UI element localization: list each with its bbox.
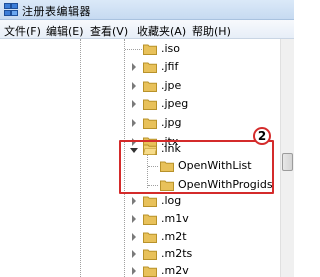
scrollbar-thumb[interactable] <box>282 153 293 171</box>
folder-icon <box>143 196 157 207</box>
folder-icon <box>143 249 157 260</box>
tree-item-iso[interactable]: .iso <box>161 42 180 55</box>
tree-item-m2ts[interactable]: .m2ts <box>161 247 192 260</box>
window-title: 注册表编辑器 <box>22 5 91 18</box>
expand-arrow-icon[interactable] <box>132 63 136 71</box>
folder-icon <box>143 81 157 92</box>
expand-arrow-icon[interactable] <box>132 197 136 205</box>
menu-file[interactable]: 文件(F) <box>4 23 41 39</box>
highlight-box <box>119 140 274 194</box>
vertical-scrollbar[interactable] <box>280 39 294 277</box>
tree-item-jpeg[interactable]: .jpeg <box>161 97 188 110</box>
tree-item-jpg[interactable]: .jpg <box>161 116 182 129</box>
step-badge: 2 <box>253 127 271 145</box>
title-bar[interactable]: 注册表编辑器 <box>0 0 294 20</box>
folder-icon <box>143 62 157 73</box>
expand-arrow-icon[interactable] <box>132 119 136 127</box>
menu-bar: 文件(F) 编辑(E) 查看(V) 收藏夹(A) 帮助(H) <box>0 20 294 39</box>
folder-icon <box>143 232 157 243</box>
expand-arrow-icon[interactable] <box>132 250 136 258</box>
tree-connector <box>125 49 142 50</box>
expand-arrow-icon[interactable] <box>132 215 136 223</box>
folder-icon <box>143 214 157 225</box>
expand-arrow-icon[interactable] <box>132 82 136 90</box>
menu-favorites[interactable]: 收藏夹(A) <box>137 23 186 39</box>
tree-item-log[interactable]: .log <box>161 194 181 207</box>
menu-view[interactable]: 查看(V) <box>90 23 128 39</box>
folder-icon <box>143 118 157 129</box>
folder-icon <box>143 44 157 55</box>
tree-item-jpe[interactable]: .jpe <box>161 79 181 92</box>
tree-guide-line <box>80 39 81 277</box>
tree-item-m2t[interactable]: .m2t <box>161 230 187 243</box>
expand-arrow-icon[interactable] <box>132 100 136 108</box>
folder-icon <box>143 266 157 277</box>
folder-icon <box>143 99 157 110</box>
expand-arrow-icon[interactable] <box>132 267 136 275</box>
tree-item-m2v[interactable]: .m2v <box>161 264 189 277</box>
registry-editor-icon <box>4 3 18 16</box>
tree-item-jfif[interactable]: .jfif <box>161 60 178 73</box>
menu-edit[interactable]: 编辑(E) <box>46 23 84 39</box>
tree-item-m1v[interactable]: .m1v <box>161 212 189 225</box>
menu-help[interactable]: 帮助(H) <box>192 23 231 39</box>
expand-arrow-icon[interactable] <box>132 233 136 241</box>
